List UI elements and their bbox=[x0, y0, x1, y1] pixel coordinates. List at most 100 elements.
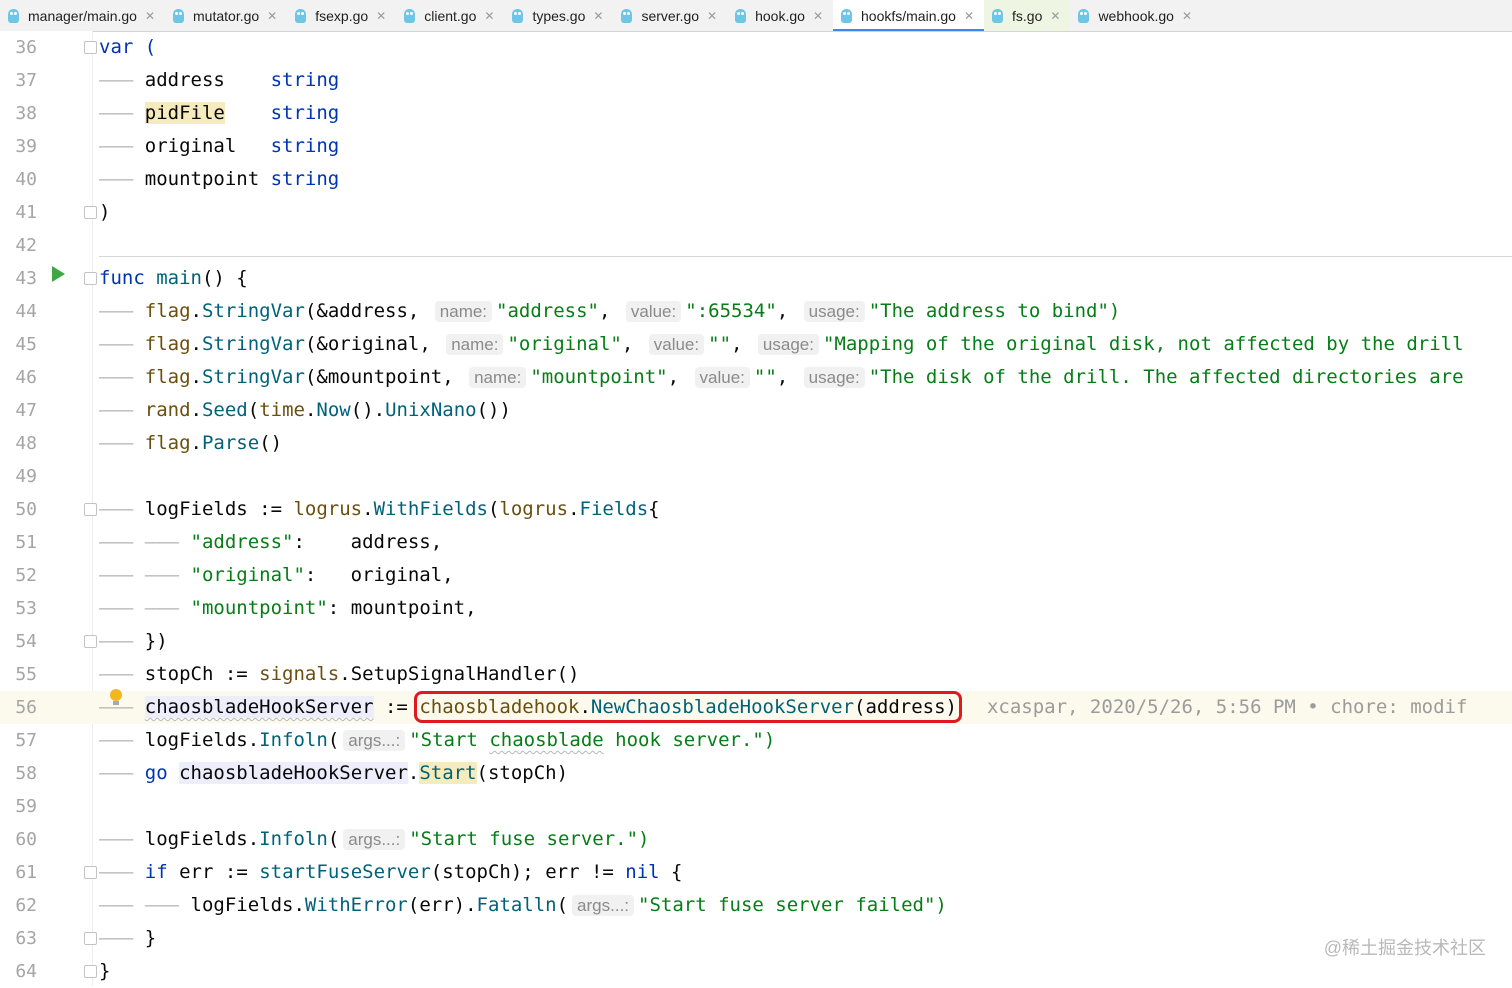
line-number: 51 bbox=[15, 532, 37, 553]
tab-label: types.go bbox=[532, 7, 586, 24]
close-icon[interactable]: ✕ bbox=[145, 9, 155, 23]
line-number: 55 bbox=[15, 664, 37, 685]
line-number: 42 bbox=[15, 235, 37, 256]
go-file-icon bbox=[173, 8, 185, 23]
fold-icon[interactable] bbox=[84, 635, 97, 648]
fold-icon[interactable] bbox=[84, 932, 97, 945]
code-line-36[interactable]: 36 var ( bbox=[0, 31, 1512, 64]
tab-label: fs.go bbox=[1012, 7, 1043, 24]
lightbulb-icon[interactable] bbox=[110, 689, 122, 705]
go-file-icon bbox=[735, 8, 747, 23]
code-line-59[interactable]: 59 bbox=[0, 790, 1512, 823]
tab-manager-main-go[interactable]: manager/main.go ✕ bbox=[0, 0, 165, 31]
tab-client-go[interactable]: client.go ✕ bbox=[396, 0, 504, 31]
line-number: 58 bbox=[15, 763, 37, 784]
code-line-40[interactable]: 40 ——— mountpoint string bbox=[0, 163, 1512, 196]
code-line-61[interactable]: 61 ——— if err := startFuseServer(stopCh)… bbox=[0, 856, 1512, 889]
fold-icon[interactable] bbox=[84, 206, 97, 219]
go-file-icon bbox=[841, 8, 852, 23]
line-number: 37 bbox=[15, 70, 37, 91]
code-line-47[interactable]: 47 ——— rand.Seed(time.Now().UnixNano()) bbox=[0, 394, 1512, 427]
code-line-37[interactable]: 37 ——— address string bbox=[0, 64, 1512, 97]
close-icon[interactable]: ✕ bbox=[707, 9, 717, 23]
line-number: 47 bbox=[15, 400, 37, 421]
code-line-60[interactable]: 60 ——— logFields.Infoln(args...: "Start f… bbox=[0, 823, 1512, 856]
run-icon[interactable] bbox=[52, 266, 65, 282]
tab-server-go[interactable]: server.go ✕ bbox=[613, 0, 727, 31]
tab-webhook-go[interactable]: webhook.go ✕ bbox=[1070, 0, 1202, 31]
param-hint: name: bbox=[446, 334, 504, 355]
var-mountpoint: mountpoint bbox=[144, 168, 260, 190]
go-file-icon bbox=[1078, 8, 1090, 23]
line-number: 61 bbox=[15, 862, 37, 883]
tab-label: client.go bbox=[424, 7, 477, 24]
code-line-64[interactable]: 64 } bbox=[0, 955, 1512, 988]
line-number: 36 bbox=[15, 37, 37, 58]
tab-fs-go[interactable]: fs.go ✕ bbox=[984, 0, 1071, 31]
code-line-41[interactable]: 41 ) bbox=[0, 196, 1512, 229]
param-hint: usage: bbox=[803, 301, 865, 322]
code-line-50[interactable]: 50 ——— logFields := logrus.WithFields(lo… bbox=[0, 493, 1512, 526]
close-icon[interactable]: ✕ bbox=[267, 9, 277, 23]
tab-hook-go[interactable]: hook.go ✕ bbox=[727, 0, 833, 31]
param-hint: value: bbox=[625, 301, 682, 322]
git-blame-annotation[interactable]: xcaspar, 2020/5/26, 5:56 PM • chore: mod… bbox=[987, 696, 1467, 718]
tab-types-go[interactable]: types.go ✕ bbox=[504, 0, 613, 31]
tab-fsexp-go[interactable]: fsexp.go ✕ bbox=[287, 0, 396, 31]
line-number: 53 bbox=[15, 598, 37, 619]
line-number: 49 bbox=[15, 466, 37, 487]
code-line-44[interactable]: 44 ——— flag.StringVar(&address, name: "ad… bbox=[0, 295, 1512, 328]
code-line-57[interactable]: 57 ——— logFields.Infoln(args...: "Start c… bbox=[0, 724, 1512, 757]
close-icon[interactable]: ✕ bbox=[593, 9, 603, 23]
tab-label: hook.go bbox=[755, 7, 805, 24]
code-line-56-current[interactable]: 56 ——— chaosbladeHookServer := chaosblad… bbox=[0, 691, 1512, 724]
code-line-58[interactable]: 58 ——— go chaosbladeHookServer.Start(sto… bbox=[0, 757, 1512, 790]
param-hint: args...: bbox=[572, 895, 635, 916]
code-line-38[interactable]: 38 ——— pidFile string bbox=[0, 97, 1512, 130]
code-line-43[interactable]: 43 func main() { bbox=[0, 262, 1512, 295]
tab-label: webhook.go bbox=[1098, 7, 1174, 24]
code-line-54[interactable]: 54 ——— }) bbox=[0, 625, 1512, 658]
go-file-icon bbox=[992, 8, 1004, 23]
close-icon[interactable]: ✕ bbox=[1050, 9, 1060, 23]
tab-mutator-go[interactable]: mutator.go ✕ bbox=[165, 0, 287, 31]
highlighted-call-box: chaosbladehook.NewChaosbladeHookServer(a… bbox=[414, 691, 962, 723]
code-line-39[interactable]: 39 ——— original string bbox=[0, 130, 1512, 163]
line-number: 43 bbox=[15, 268, 37, 289]
line-number: 60 bbox=[15, 829, 37, 850]
code-line-53[interactable]: 53 ——— ——— "mountpoint": mountpoint, bbox=[0, 592, 1512, 625]
fold-icon[interactable] bbox=[84, 272, 97, 285]
line-number: 38 bbox=[15, 103, 37, 124]
tab-hookfs-main-go[interactable]: hookfs/main.go ✕ bbox=[833, 0, 985, 31]
code-line-45[interactable]: 45 ——— flag.StringVar(&original, name: "o… bbox=[0, 328, 1512, 361]
line-number: 57 bbox=[15, 730, 37, 751]
line-number: 46 bbox=[15, 367, 37, 388]
close-icon[interactable]: ✕ bbox=[1182, 9, 1192, 23]
close-icon[interactable]: ✕ bbox=[813, 9, 823, 23]
code-line-63[interactable]: 63 ——— } bbox=[0, 922, 1512, 955]
go-file-icon bbox=[512, 8, 524, 23]
code-line-62[interactable]: 62 ——— ——— logFields.WithError(err).Fata… bbox=[0, 889, 1512, 922]
fold-icon[interactable] bbox=[84, 965, 97, 978]
close-icon[interactable]: ✕ bbox=[376, 9, 386, 23]
watermark: @稀土掘金技术社区 bbox=[1323, 938, 1486, 958]
code-line-42[interactable]: 42 bbox=[0, 229, 1512, 262]
code-line-51[interactable]: 51 ——— ——— "address": address, bbox=[0, 526, 1512, 559]
code-line-55[interactable]: 55 ——— stopCh := signals.SetupSignalHand… bbox=[0, 658, 1512, 691]
close-icon[interactable]: ✕ bbox=[964, 9, 974, 23]
fold-icon[interactable] bbox=[84, 503, 97, 516]
go-file-icon bbox=[8, 8, 19, 23]
line-number: 44 bbox=[15, 301, 37, 322]
line-number: 59 bbox=[15, 796, 37, 817]
tab-label: mutator.go bbox=[193, 7, 260, 24]
fold-icon[interactable] bbox=[84, 41, 97, 54]
code-line-48[interactable]: 48 ——— flag.Parse() bbox=[0, 427, 1512, 460]
line-number: 48 bbox=[15, 433, 37, 454]
go-file-icon bbox=[621, 8, 633, 23]
line-number: 52 bbox=[15, 565, 37, 586]
code-line-49[interactable]: 49 bbox=[0, 460, 1512, 493]
code-line-46[interactable]: 46 ——— flag.StringVar(&mountpoint, name:… bbox=[0, 361, 1512, 394]
code-line-52[interactable]: 52 ——— ——— "original": original, bbox=[0, 559, 1512, 592]
close-icon[interactable]: ✕ bbox=[484, 9, 494, 23]
fold-icon[interactable] bbox=[84, 866, 97, 879]
